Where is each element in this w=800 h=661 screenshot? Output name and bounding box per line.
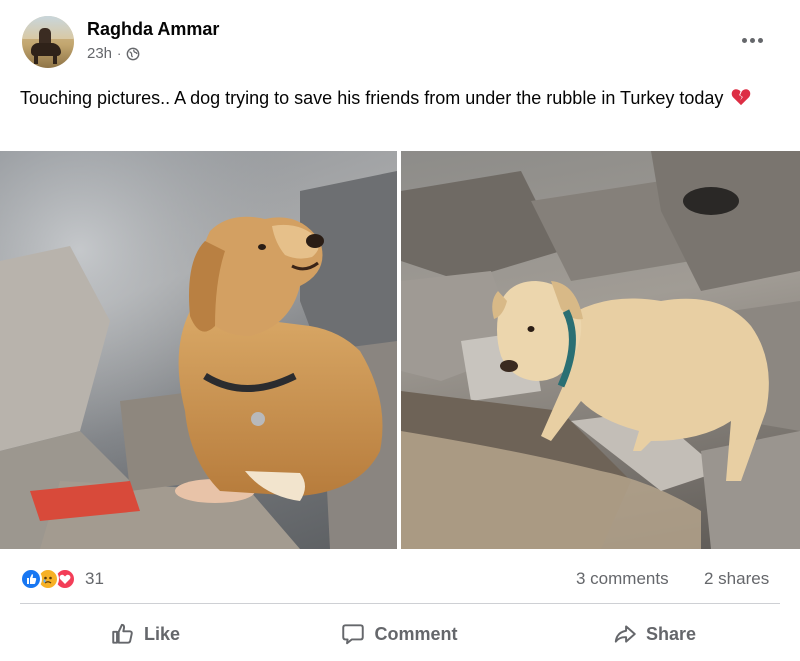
photo-right[interactable] [401,151,800,549]
comments-count-link[interactable]: 3 comments [576,569,669,589]
more-options-button[interactable] [734,26,770,54]
avatar-horse-leg [53,53,57,64]
more-dot [749,37,755,43]
like-reaction-icon [20,568,42,590]
post-text: Touching pictures.. A dog trying to save… [20,84,790,112]
broken-heart-icon [732,89,751,106]
share-label: Share [645,623,697,644]
globe-icon [126,47,140,60]
shares-count-link[interactable]: 2 shares [704,569,769,589]
photo-left[interactable] [0,151,397,549]
reactions-summary[interactable]: 31 [20,568,104,590]
post-header: Raghda Ammar 23h · [0,0,800,80]
divider [20,603,780,604]
meta-separator: · [117,46,122,61]
photo-grid [0,151,800,549]
reaction-count[interactable]: 31 [85,569,104,589]
more-dot [757,37,763,43]
avatar[interactable] [22,16,74,68]
share-icon [614,625,636,643]
like-button[interactable]: Like [20,611,270,657]
post-meta: 23h · [87,45,140,62]
more-dot [741,37,747,43]
post-actions: Like Comment Share [0,611,800,657]
comment-icon [342,624,365,645]
post-body: Touching pictures.. A dog trying to save… [20,88,724,108]
comment-button[interactable]: Comment [273,611,525,657]
post-time[interactable]: 23h [87,45,112,62]
dog-photo-right [401,151,800,549]
like-label: Like [143,623,181,644]
author-name[interactable]: Raghda Ammar [87,19,219,40]
avatar-horse-leg [34,53,38,64]
share-button[interactable]: Share [528,611,780,657]
dog-photo-left [0,151,397,549]
engagement-bar: 31 3 comments 2 shares [0,560,800,600]
comment-label: Comment [374,623,458,644]
like-icon [112,623,133,644]
